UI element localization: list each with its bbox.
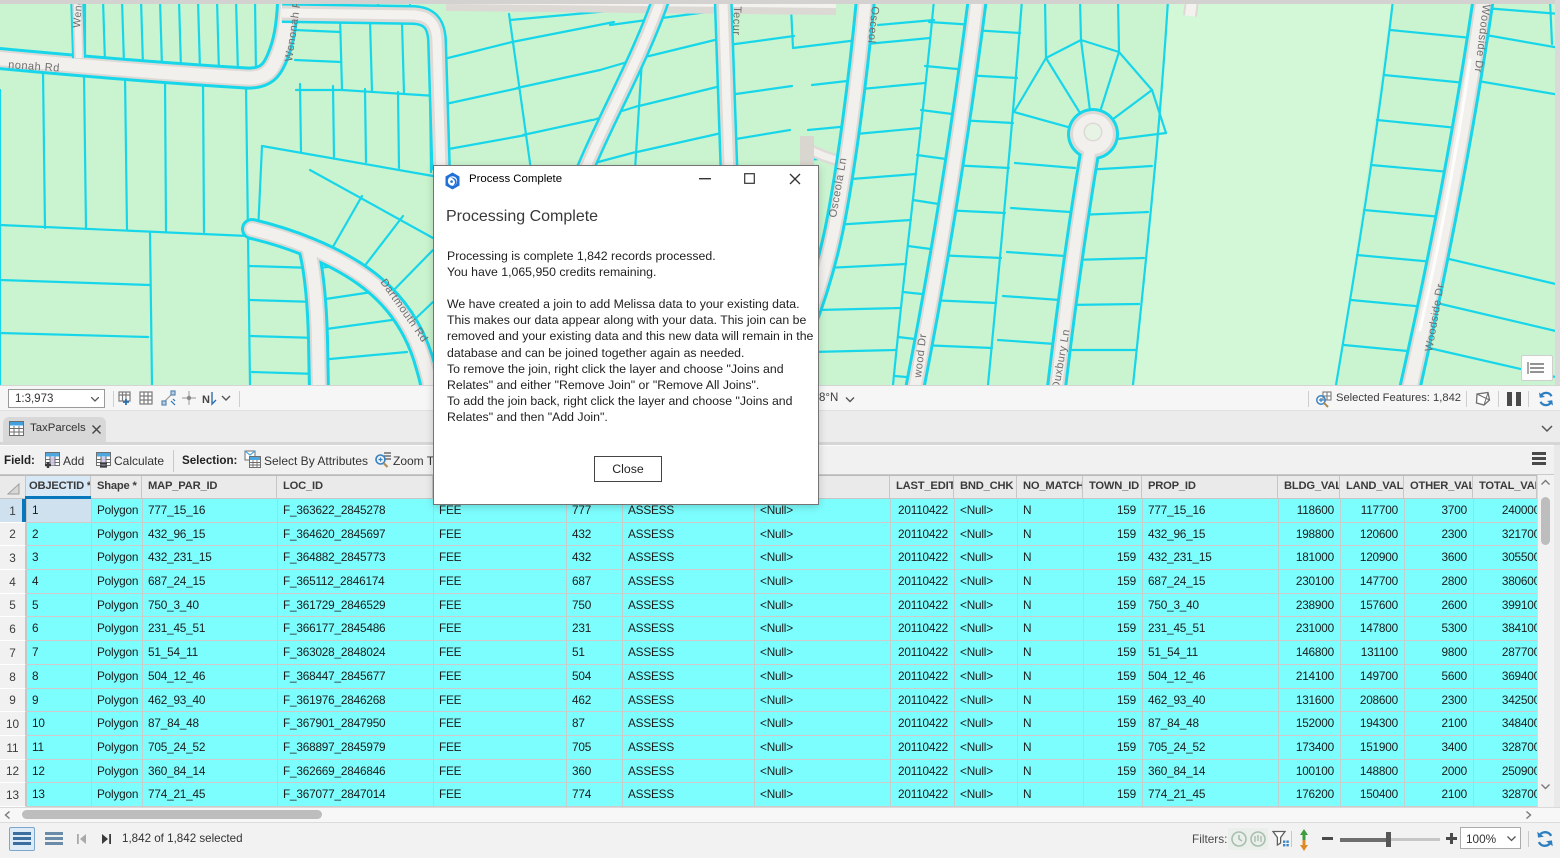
svg-text:Tecur: Tecur — [730, 6, 743, 36]
svg-text:N: N — [202, 394, 210, 406]
svg-text:Weno: Weno — [71, 0, 85, 28]
